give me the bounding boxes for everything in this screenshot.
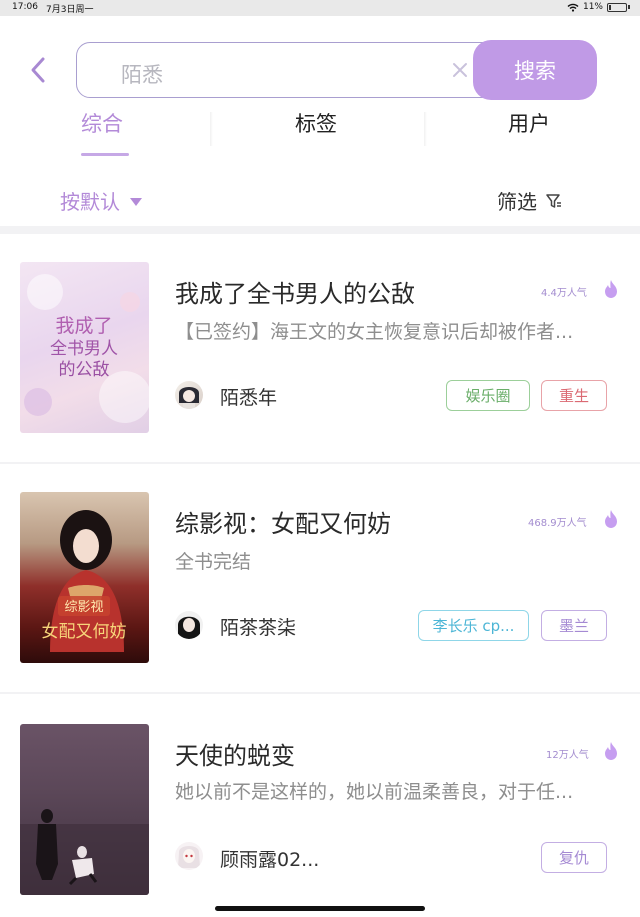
status-bar: 17:06 7月3日周一 11% <box>0 0 640 16</box>
filter-button[interactable]: 筛选 <box>497 186 563 215</box>
book-item[interactable]: 我成了 全书男人 的公敌 我成了全书男人的公敌 4.4万人气 【已签约】海王文的… <box>0 234 640 434</box>
author-name[interactable]: 陌悉年 <box>220 383 277 410</box>
sort-dropdown[interactable]: 按默认 <box>60 186 142 215</box>
popularity-count: 12万人气 <box>546 750 589 761</box>
book-title[interactable]: 综影视：女配又何妨 <box>175 504 391 539</box>
author-name[interactable]: 顾雨露02... <box>220 845 319 872</box>
filter-label: 筛选 <box>497 190 537 214</box>
tab-tags[interactable]: 标签 <box>295 108 337 138</box>
cover-text: 女配又何妨 <box>42 622 127 642</box>
flame-icon <box>605 280 617 298</box>
cover-art-3 <box>20 809 149 895</box>
cover-text: 我成了 <box>55 315 112 337</box>
battery-icon <box>607 2 627 12</box>
popularity-count: 468.9万人气 <box>528 518 587 529</box>
book-title[interactable]: 我成了全书男人的公敌 <box>175 274 415 309</box>
filter-icon <box>546 193 561 208</box>
status-right: 11% <box>567 2 630 12</box>
battery-percent: 11% <box>582 2 603 12</box>
author-avatar[interactable] <box>175 381 203 409</box>
book-item[interactable]: 综影视 女配又何妨 综影视：女配又何妨 468.9万人气 全书完结 陌茶茶柒 李… <box>0 464 640 664</box>
author-name[interactable]: 陌茶茶柒 <box>220 613 296 640</box>
battery-tip <box>628 5 630 9</box>
book-tag[interactable]: 李长乐 cp... <box>418 610 529 641</box>
search-button[interactable]: 搜索 <box>473 40 597 100</box>
popularity-count: 4.4万人气 <box>541 288 587 299</box>
book-title[interactable]: 天使的蜕变 <box>175 736 295 771</box>
book-tag[interactable]: 复仇 <box>541 842 607 873</box>
book-tag[interactable]: 墨兰 <box>541 610 607 641</box>
sort-label: 按默认 <box>60 190 120 214</box>
book-tag[interactable]: 重生 <box>541 380 607 411</box>
status-time: 17:06 <box>12 2 38 12</box>
home-indicator <box>215 906 425 911</box>
cover-art-1: 我成了 全书男人 的公敌 <box>24 274 149 423</box>
section-divider <box>0 226 640 234</box>
cover-art-2: 综影视 女配又何妨 <box>42 510 127 652</box>
caret-down-icon <box>130 197 142 206</box>
chevron-left-icon <box>31 57 45 83</box>
tab-comprehensive[interactable]: 综合 <box>81 108 123 138</box>
flame-icon <box>605 742 617 760</box>
cover-text: 的公敌 <box>59 360 110 380</box>
clear-button[interactable] <box>450 60 470 80</box>
cover-text: 综影视 <box>64 600 103 615</box>
status-date: 7月3日周一 <box>46 5 94 15</box>
author-avatar[interactable] <box>175 842 203 870</box>
book-cover[interactable]: 综影视 女配又何妨 <box>20 492 149 663</box>
tab-separator <box>210 112 213 146</box>
book-description: 全书完结 <box>175 551 252 573</box>
tab-users[interactable]: 用户 <box>508 108 550 138</box>
book-item[interactable]: 天使的蜕变 12万人气 她以前不是这样的，她以前温柔善良，对于任... 顾雨露0… <box>0 694 640 895</box>
cover-text: 全书男人 <box>50 339 118 359</box>
book-cover[interactable] <box>20 724 149 895</box>
search-query: 陌悉 <box>121 63 163 87</box>
flame-icon <box>605 510 617 528</box>
back-button[interactable] <box>26 55 52 85</box>
close-icon <box>453 63 467 77</box>
wifi-icon <box>567 3 579 12</box>
tab-separator <box>424 112 427 146</box>
book-description: 她以前不是这样的，她以前温柔善良，对于任... <box>175 781 574 803</box>
book-description: 【已签约】海王文的女主恢复意识后却被作者... <box>175 321 574 343</box>
tab-active-indicator <box>81 153 129 156</box>
book-cover[interactable]: 我成了 全书男人 的公敌 <box>20 262 149 433</box>
book-tag[interactable]: 娱乐圈 <box>446 380 530 411</box>
author-avatar[interactable] <box>175 611 203 639</box>
